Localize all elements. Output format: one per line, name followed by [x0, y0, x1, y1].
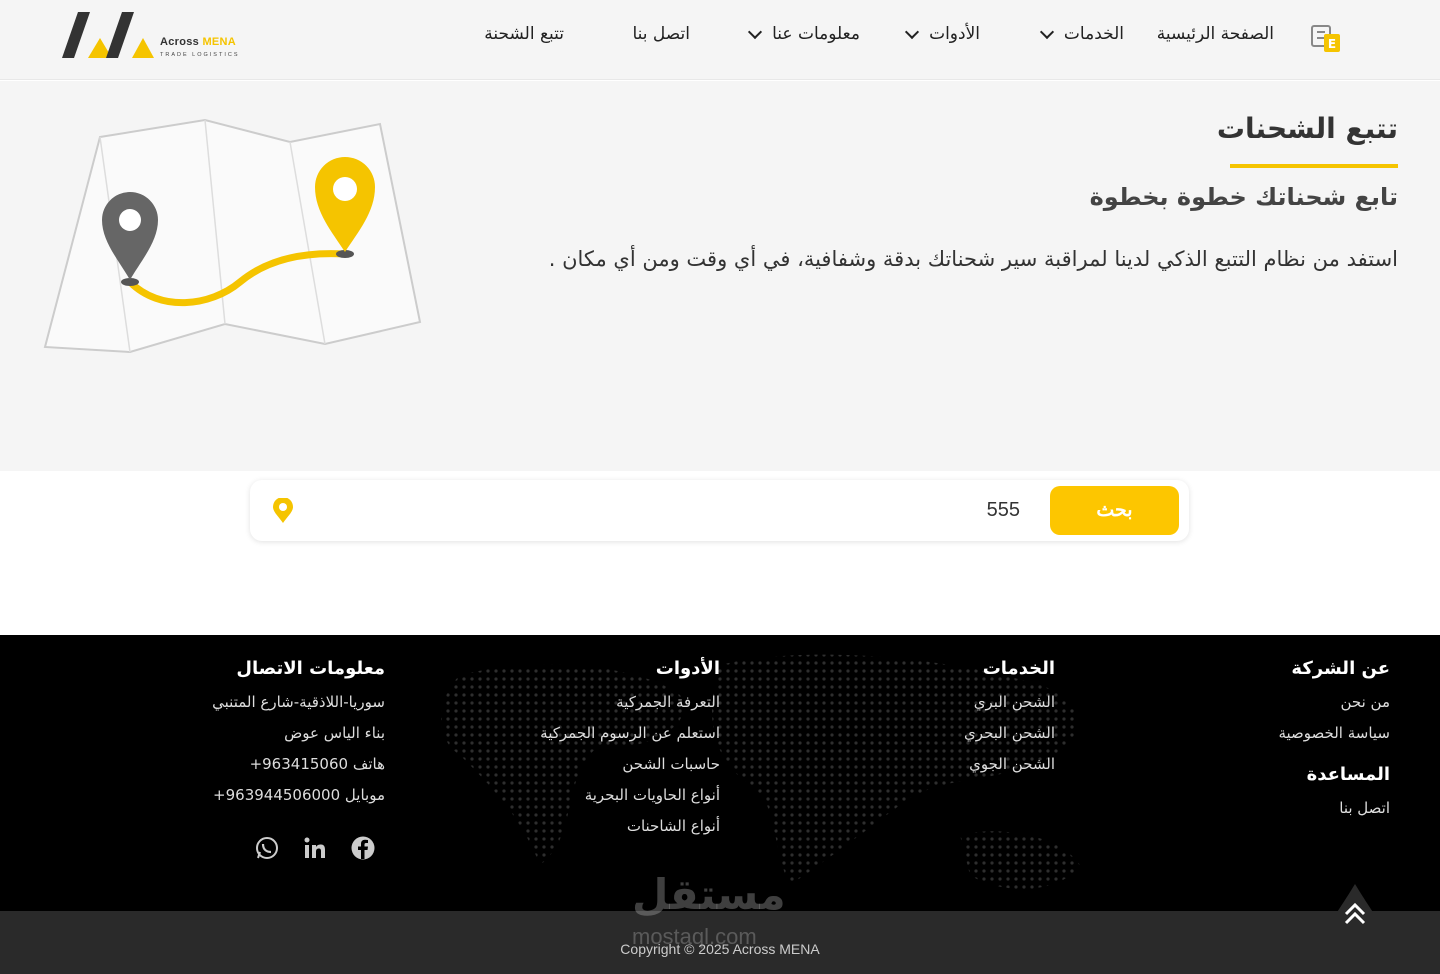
footer-services-title: الخدمات [982, 658, 1055, 679]
linkedin-icon[interactable] [302, 835, 328, 861]
nav-home[interactable]: الصفحة الرئيسية [1157, 24, 1274, 44]
location-pin-icon [272, 497, 294, 524]
footer-mobile: موبايل 963944506000+ [213, 786, 385, 804]
footer-link-sea-shipping[interactable]: الشحن البحري [964, 724, 1055, 742]
nav-services[interactable]: الخدمات [1039, 24, 1124, 44]
map-illustration [40, 112, 430, 357]
footer-link-shipping-calculators[interactable]: حاسبات الشحن [540, 755, 720, 773]
chevron-down-icon [748, 24, 763, 39]
brand-logo[interactable]: Across MENA TRADE LOGISTICS [60, 10, 260, 60]
search-button[interactable]: بحث [1050, 486, 1179, 535]
footer-link-privacy[interactable]: سياسة الخصوصية [1278, 724, 1390, 742]
scroll-to-top-button[interactable] [1318, 884, 1392, 944]
nav-track[interactable]: تتبع الشحنة [484, 24, 564, 44]
page-description: استفد من نظام التتبع الذكي لدينا لمراقبة… [548, 247, 1398, 271]
chevron-down-icon [1039, 24, 1054, 39]
nav-contact[interactable]: اتصل بنا [632, 24, 690, 44]
brand-tagline: TRADE LOGISTICS [160, 52, 240, 58]
tracking-search-bar: بحث [250, 480, 1189, 541]
footer-help-title: المساعدة [1306, 764, 1390, 785]
svg-text:E: E [1328, 37, 1336, 51]
nav-about[interactable]: معلومات عنا [748, 24, 860, 44]
language-switch-icon[interactable]: E [1310, 22, 1342, 54]
tracking-number-input[interactable] [310, 490, 1020, 530]
nav-tools[interactable]: الأدوات [904, 24, 980, 44]
footer-link-truck-types[interactable]: أنواع الشاحنات [540, 817, 720, 835]
footer-company-title: عن الشركة [1291, 658, 1390, 679]
brand-name: Across MENA [160, 36, 237, 48]
footer-link-about-us[interactable]: من نحن [1278, 693, 1391, 711]
footer-link-contact[interactable]: اتصل بنا [1278, 799, 1390, 817]
site-header: Across MENA TRADE LOGISTICS الصفحة الرئي… [0, 0, 1440, 80]
footer-tools-column: الأدوات التعرفة الجمركية استعلم عن الرسو… [540, 658, 720, 848]
footer-link-container-types[interactable]: أنواع الحاويات البحرية [540, 786, 720, 804]
footer-link-customs-tariff[interactable]: التعرفة الجمركية [540, 693, 720, 711]
title-underline [1230, 164, 1398, 168]
page-subtitle: تابع شحناتك خطوة بخطوة [1089, 183, 1398, 211]
footer-company-column: عن الشركة من نحن سياسة الخصوصية المساعدة… [1278, 658, 1390, 830]
hero-wave [0, 390, 1440, 456]
double-chevron-up-icon [1318, 884, 1392, 944]
footer-phone: هاتف 963415060+ [249, 755, 385, 773]
footer-building: بناء الياس عوض [284, 724, 385, 742]
footer-tools-title: الأدوات [655, 658, 720, 679]
footer-contact-title: معلومات الاتصال [236, 658, 385, 679]
footer-contact-column: معلومات الاتصال سوريا-اللاذقية-شارع المت… [212, 658, 385, 817]
footer-services-column: الخدمات الشحن البري الشحن البحري الشحن ا… [964, 658, 1055, 786]
footer-address: سوريا-اللاذقية-شارع المتنبي [212, 693, 385, 711]
footer-link-customs-fees[interactable]: استعلم عن الرسوم الجمركية [540, 724, 720, 742]
watermark-latin: mostaql.com [632, 924, 757, 949]
footer-link-air-shipping[interactable]: الشحن الجوي [964, 755, 1055, 773]
watermark-arabic: مستقل [632, 870, 786, 919]
page-title: تتبع الشحنات [1216, 112, 1398, 145]
footer-link-land-shipping[interactable]: الشحن البري [964, 693, 1055, 711]
facebook-icon[interactable] [350, 835, 376, 861]
social-links [254, 835, 376, 861]
whatsapp-icon[interactable] [254, 835, 280, 861]
chevron-down-icon [904, 24, 920, 39]
